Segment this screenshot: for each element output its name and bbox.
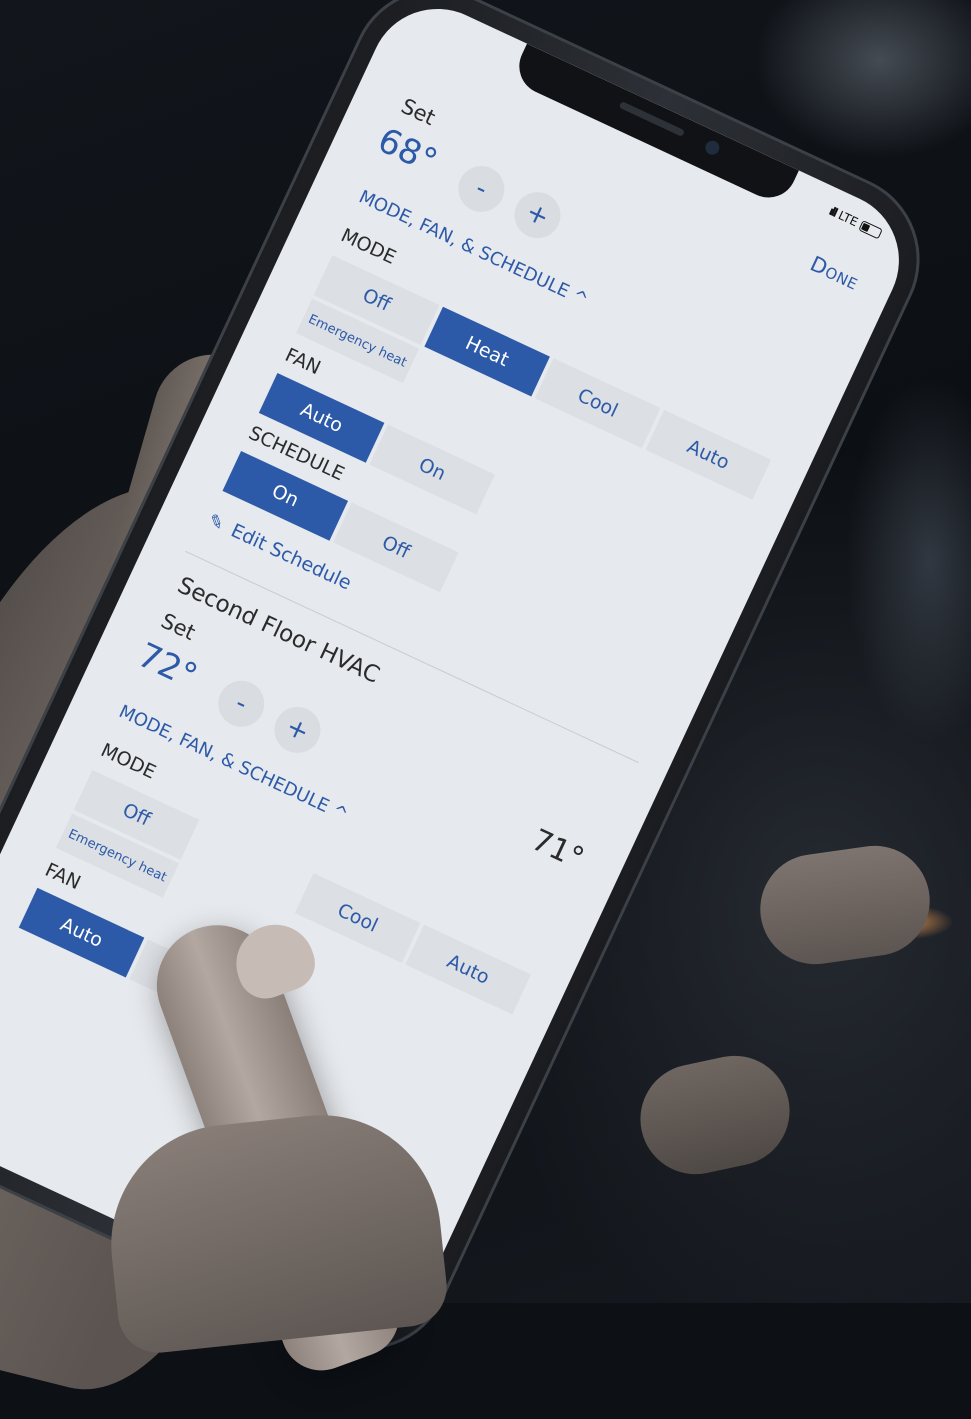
zone-title: Second Floor HVAC (173, 572, 384, 689)
mode-heat-button[interactable]: Heat (424, 306, 550, 397)
current-temperature-zone2: 71° (526, 822, 590, 877)
increase-temp-button-zone2[interactable]: + (266, 699, 329, 761)
decrease-temp-button-zone2[interactable]: - (210, 673, 272, 735)
zone-divider (185, 550, 639, 764)
status-bar: ıll LTE (827, 204, 884, 240)
edit-schedule-label: Edit Schedule (227, 519, 355, 595)
network-label: LTE (836, 208, 861, 230)
fan-label: FAN (281, 344, 324, 380)
mode-auto-button-zone2[interactable]: Auto (405, 924, 531, 1015)
fan-auto-button-zone2[interactable]: Auto (18, 887, 145, 978)
fan-label-zone2: FAN (41, 858, 84, 895)
set-temperature-zone2: 72° (131, 635, 204, 697)
set-label: Set (397, 93, 439, 131)
done-button[interactable]: Done (806, 251, 862, 294)
mode-cool-button-zone2[interactable]: Cool (294, 873, 421, 963)
decrease-temp-button[interactable]: - (450, 158, 512, 220)
front-camera (703, 138, 722, 158)
battery-icon (858, 219, 884, 239)
fan-on-button[interactable]: On (369, 424, 495, 515)
set-label-zone2: Set (157, 608, 199, 645)
increase-temp-button[interactable]: + (506, 184, 569, 246)
mode-cool-button[interactable]: Cool (534, 358, 661, 449)
set-temperature: 68° (371, 120, 444, 183)
mode-auto-button[interactable]: Auto (645, 409, 772, 500)
pencil-icon: ✎ (204, 509, 228, 535)
